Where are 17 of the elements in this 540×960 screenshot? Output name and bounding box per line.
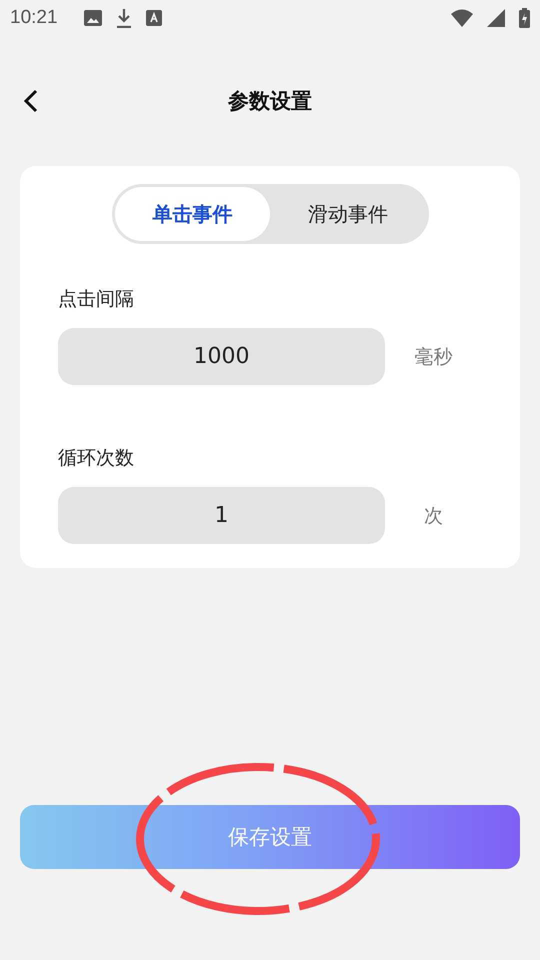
input-field[interactable]: 1 <box>58 487 385 544</box>
wifi-icon <box>451 9 473 27</box>
input-field[interactable]: 1000 <box>58 328 385 385</box>
tab[interactable]: 单击事件 <box>114 187 270 241</box>
page-title: 参数设置 <box>228 88 312 115</box>
field-label: 循环次数 <box>58 446 135 471</box>
download-icon <box>116 8 132 28</box>
battery-icon <box>519 8 530 28</box>
back-icon <box>22 89 40 113</box>
signal-icon <box>487 9 505 27</box>
image-icon <box>84 10 102 26</box>
status-time: 10:21 <box>10 7 58 29</box>
font-icon <box>146 10 162 26</box>
field-label: 点击间隔 <box>58 287 135 312</box>
tab[interactable]: 滑动事件 <box>270 187 426 241</box>
unit-label: 次 <box>423 504 444 528</box>
unit-label: 毫秒 <box>414 344 454 370</box>
